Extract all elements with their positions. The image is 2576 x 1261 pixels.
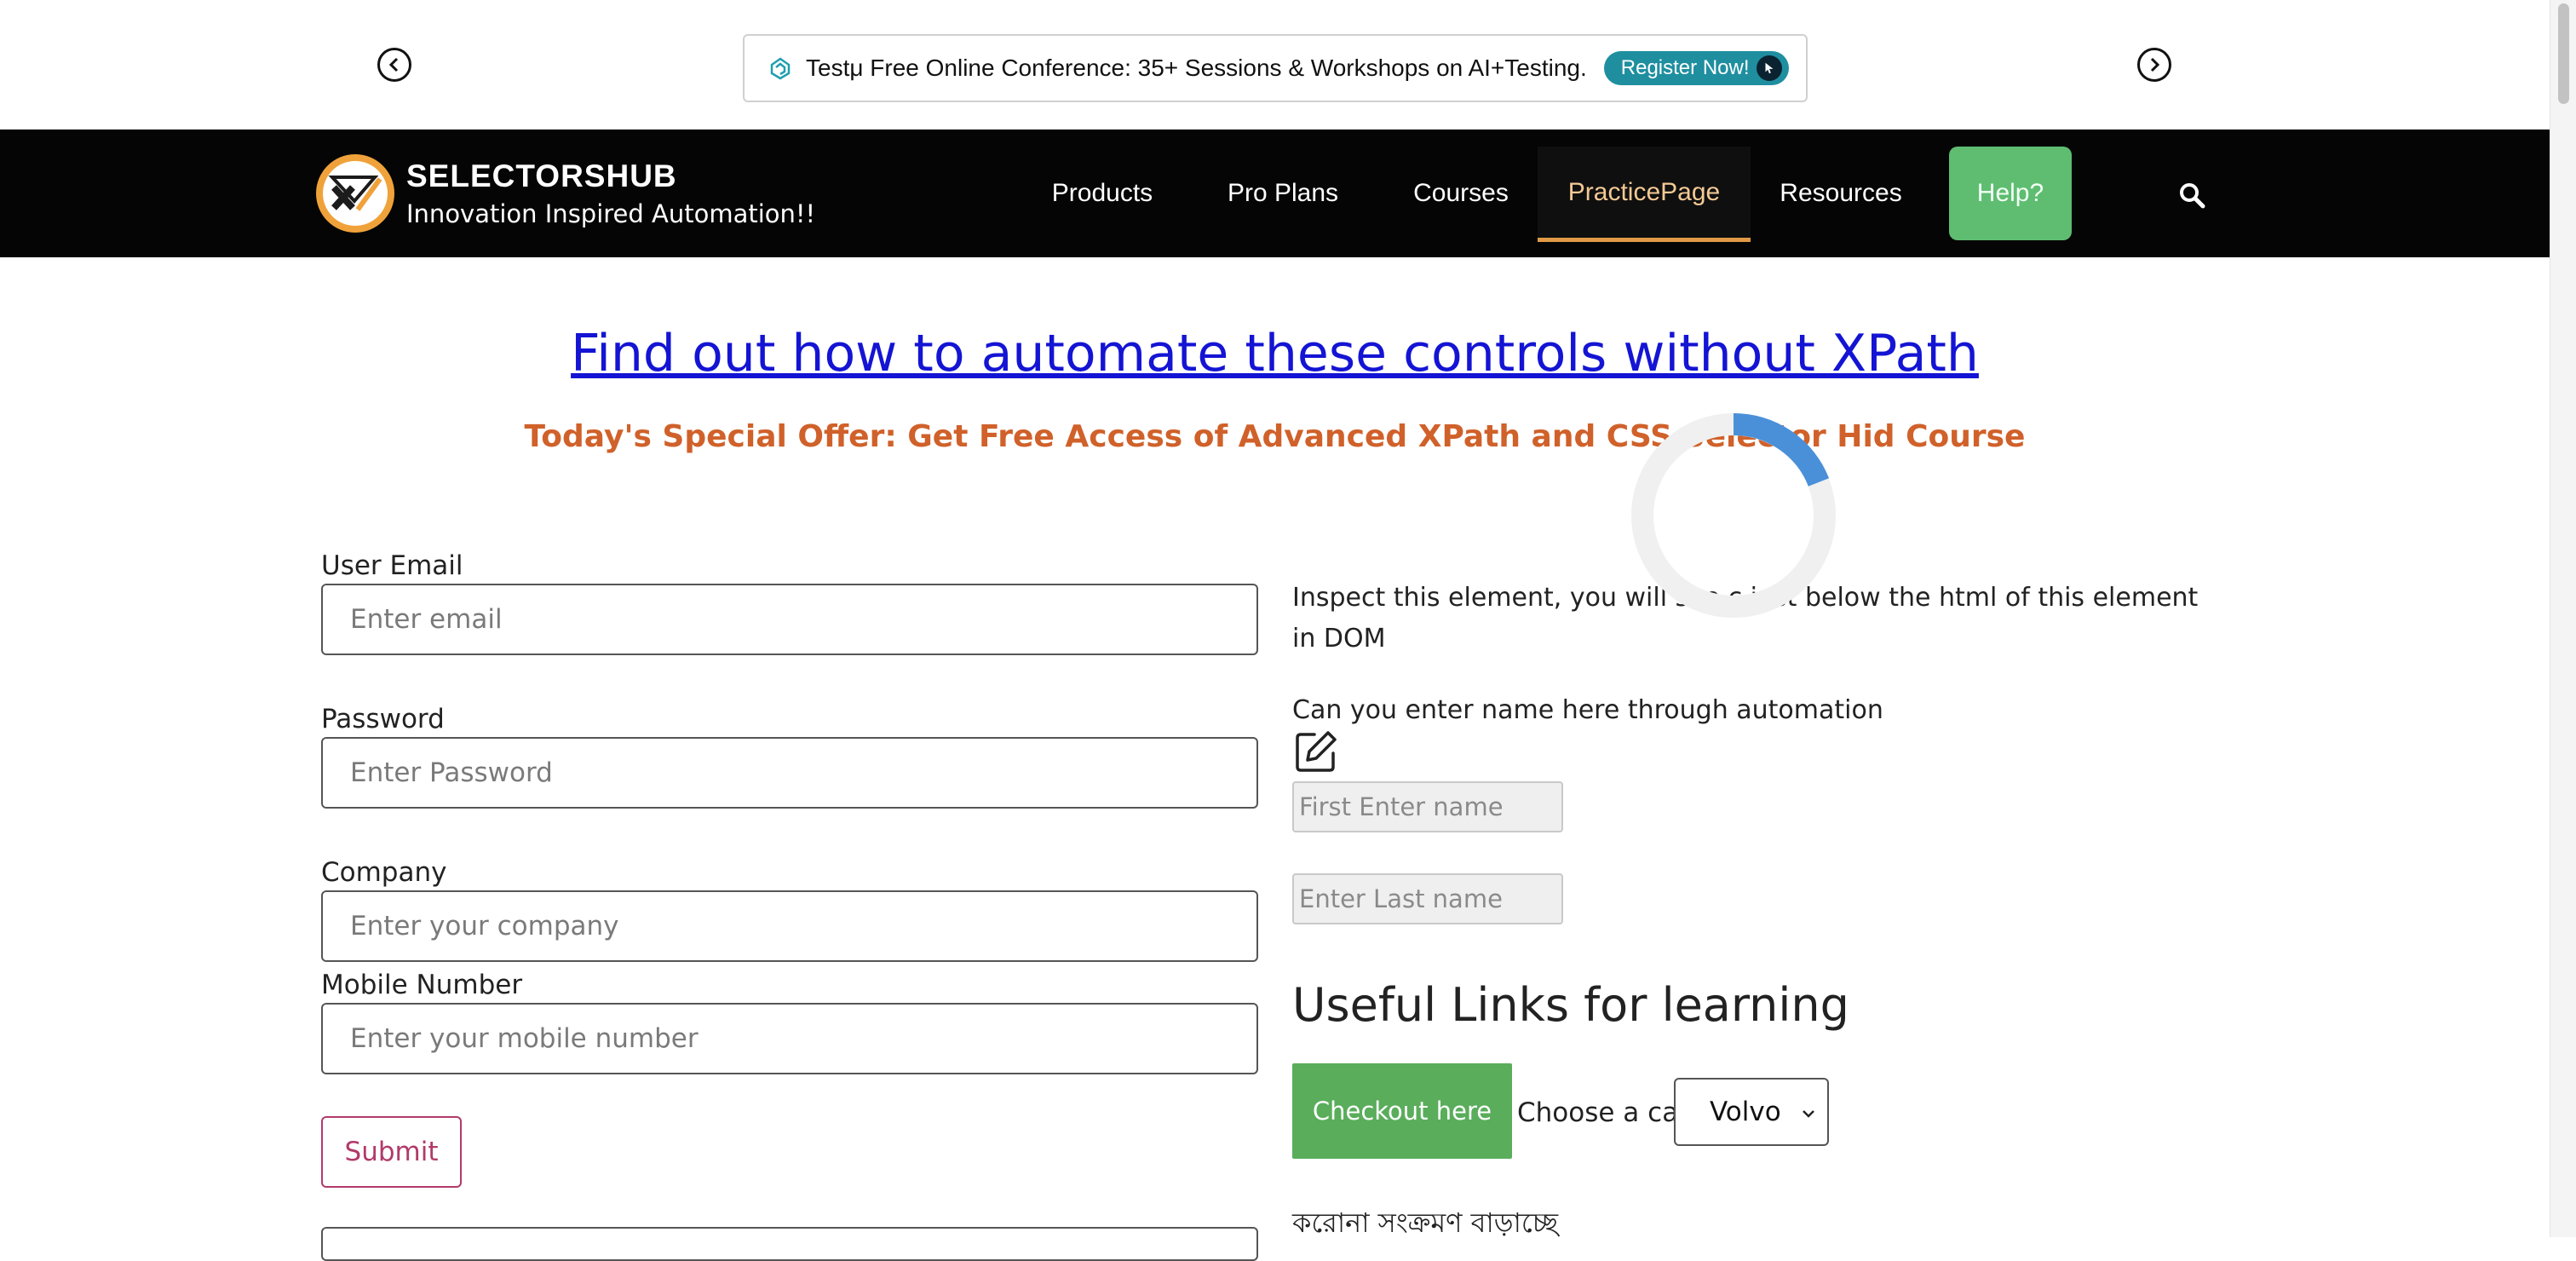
special-offer-text: Today's Special Offer: Get Free Access o… — [524, 419, 2026, 454]
checkout-button[interactable]: Checkout here — [1292, 1063, 1512, 1159]
brand-name: SELECTORSHUB — [406, 158, 677, 193]
scrollbar-thumb[interactable] — [2558, 3, 2569, 104]
next-arrow-button[interactable] — [2137, 48, 2171, 82]
company-input[interactable] — [321, 890, 1258, 962]
scrollbar-track[interactable] — [2550, 0, 2576, 1237]
password-input[interactable] — [321, 737, 1258, 809]
help-button[interactable]: Help? — [1949, 147, 2072, 240]
promo-text: Testμ Free Online Conference: 35+ Sessio… — [806, 55, 1587, 81]
next-field-box[interactable] — [321, 1227, 1258, 1261]
chevron-down-icon — [1803, 1110, 1814, 1118]
announcement-bar: Testμ Free Online Conference: 35+ Sessio… — [0, 0, 2550, 130]
nav-courses[interactable]: Courses — [1394, 130, 1528, 257]
password-label: Password — [321, 704, 445, 734]
enter-name-prompt: Can you enter name here through automati… — [1292, 695, 1883, 725]
email-input[interactable] — [321, 584, 1258, 655]
bengali-text: করোনা সংক্রমণ বাড়াচ্ছে — [1292, 1206, 1559, 1239]
promo-banner[interactable]: Testμ Free Online Conference: 35+ Sessio… — [743, 34, 1808, 102]
mobile-number-label: Mobile Number — [321, 970, 523, 1000]
cursor-icon — [1756, 55, 1782, 81]
last-name-input[interactable] — [1292, 873, 1563, 924]
company-label: Company — [321, 857, 447, 888]
search-icon[interactable] — [2177, 181, 2206, 210]
nav-practice-page[interactable]: PracticePage — [1538, 147, 1751, 242]
nav-pro-plans[interactable]: Pro Plans — [1208, 130, 1358, 257]
brand-tagline: Innovation Inspired Automation!! — [406, 199, 816, 228]
testmu-logo-icon — [770, 57, 791, 80]
car-select[interactable]: Volvo — [1674, 1078, 1829, 1146]
first-name-input[interactable] — [1292, 781, 1563, 832]
edit-icon[interactable] — [1294, 729, 1338, 774]
car-select-value: Volvo — [1710, 1097, 1781, 1127]
automate-controls-link[interactable]: Find out how to automate these controls … — [0, 324, 2550, 383]
register-now-label: Register Now! — [1620, 56, 1750, 79]
selectorshub-logo[interactable] — [315, 153, 395, 233]
nav-resources[interactable]: Resources — [1763, 130, 1918, 257]
loading-spinner — [1631, 412, 1836, 618]
chevron-left-icon — [388, 57, 399, 72]
main-navbar: SELECTORSHUB Innovation Inspired Automat… — [0, 130, 2550, 257]
previous-arrow-button[interactable] — [377, 48, 411, 82]
submit-button[interactable]: Submit — [321, 1116, 462, 1188]
nav-products[interactable]: Products — [1031, 130, 1174, 257]
useful-links-heading: Useful Links for learning — [1292, 978, 1849, 1032]
register-now-button[interactable]: Register Now! — [1603, 51, 1789, 85]
user-email-label: User Email — [321, 550, 463, 581]
chevron-right-icon — [2150, 57, 2160, 72]
mobile-number-input[interactable] — [321, 1003, 1258, 1074]
choose-car-label: Choose a car: — [1517, 1097, 1698, 1128]
